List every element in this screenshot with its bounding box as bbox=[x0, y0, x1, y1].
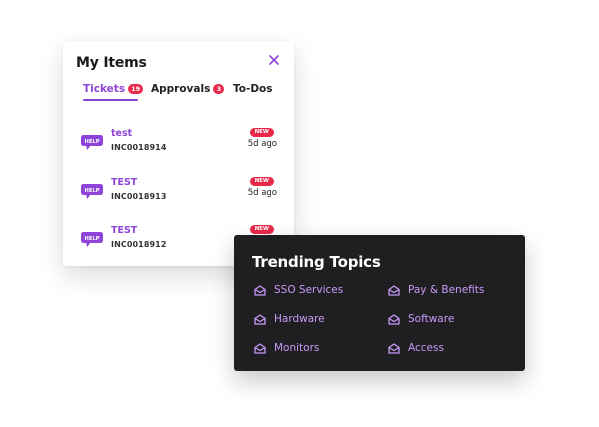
envelope-open-icon bbox=[388, 313, 400, 325]
close-icon[interactable] bbox=[267, 53, 281, 67]
ticket-row[interactable]: HELP TEST INC0018913 NEW 5d ago bbox=[80, 177, 280, 213]
topic-label: Hardware bbox=[274, 313, 325, 325]
tab-tickets[interactable]: Tickets 19 bbox=[83, 82, 144, 96]
envelope-open-icon bbox=[388, 342, 400, 354]
topic-hardware[interactable]: Hardware bbox=[254, 313, 325, 325]
svg-text:HELP: HELP bbox=[85, 188, 100, 194]
ticket-title[interactable]: TEST bbox=[111, 177, 137, 188]
items-tabs: Tickets 19 Approvals 3 To-Dos bbox=[83, 82, 284, 104]
tab-approvals-label: Approvals bbox=[151, 83, 211, 95]
my-items-title: My Items bbox=[76, 55, 147, 71]
ticket-title[interactable]: test bbox=[111, 128, 132, 139]
topic-monitors[interactable]: Monitors bbox=[254, 342, 319, 354]
help-chat-icon: HELP bbox=[81, 135, 103, 150]
tab-todos-label: To-Dos bbox=[233, 83, 273, 95]
my-items-panel: My Items Tickets 19 Approvals 3 To-Dos H… bbox=[63, 41, 294, 266]
new-badge: NEW bbox=[249, 128, 274, 137]
ticket-age: 5d ago bbox=[247, 139, 277, 149]
active-tab-indicator bbox=[83, 99, 138, 101]
ticket-number: INC0018912 bbox=[111, 240, 167, 249]
topic-software[interactable]: Software bbox=[388, 313, 454, 325]
help-chat-icon: HELP bbox=[81, 232, 103, 247]
topic-label: Software bbox=[408, 313, 455, 325]
trending-topics-title: Trending Topics bbox=[252, 253, 381, 271]
topic-access[interactable]: Access bbox=[388, 342, 444, 354]
tab-tickets-label: Tickets bbox=[83, 83, 126, 95]
ticket-number: INC0018913 bbox=[111, 192, 167, 201]
help-chat-icon: HELP bbox=[81, 184, 103, 199]
svg-text:HELP: HELP bbox=[85, 236, 100, 242]
topic-label: Access bbox=[408, 342, 444, 354]
envelope-open-icon bbox=[254, 284, 266, 296]
tickets-count-badge: 19 bbox=[128, 84, 144, 94]
envelope-open-icon bbox=[388, 284, 400, 296]
svg-text:HELP: HELP bbox=[85, 139, 100, 145]
tab-todos[interactable]: To-Dos bbox=[233, 82, 273, 96]
topic-label: Pay & Benefits bbox=[408, 284, 485, 296]
topic-sso-services[interactable]: SSO Services bbox=[254, 284, 343, 296]
topic-label: SSO Services bbox=[274, 284, 344, 296]
new-badge: NEW bbox=[249, 225, 274, 234]
ticket-row[interactable]: HELP test INC0018914 NEW 5d ago bbox=[80, 128, 280, 164]
tab-approvals[interactable]: Approvals 3 bbox=[151, 82, 225, 96]
ticket-title[interactable]: TEST bbox=[111, 225, 137, 236]
ticket-number: INC0018914 bbox=[111, 143, 167, 152]
topic-label: Monitors bbox=[274, 342, 320, 354]
envelope-open-icon bbox=[254, 342, 266, 354]
approvals-count-badge: 3 bbox=[213, 84, 225, 94]
ticket-age: 5d ago bbox=[247, 188, 277, 198]
new-badge: NEW bbox=[249, 177, 274, 186]
trending-topics-panel: Trending Topics SSO Services Pay & Benef… bbox=[234, 235, 525, 371]
topic-pay-benefits[interactable]: Pay & Benefits bbox=[388, 284, 484, 296]
envelope-open-icon bbox=[254, 313, 266, 325]
